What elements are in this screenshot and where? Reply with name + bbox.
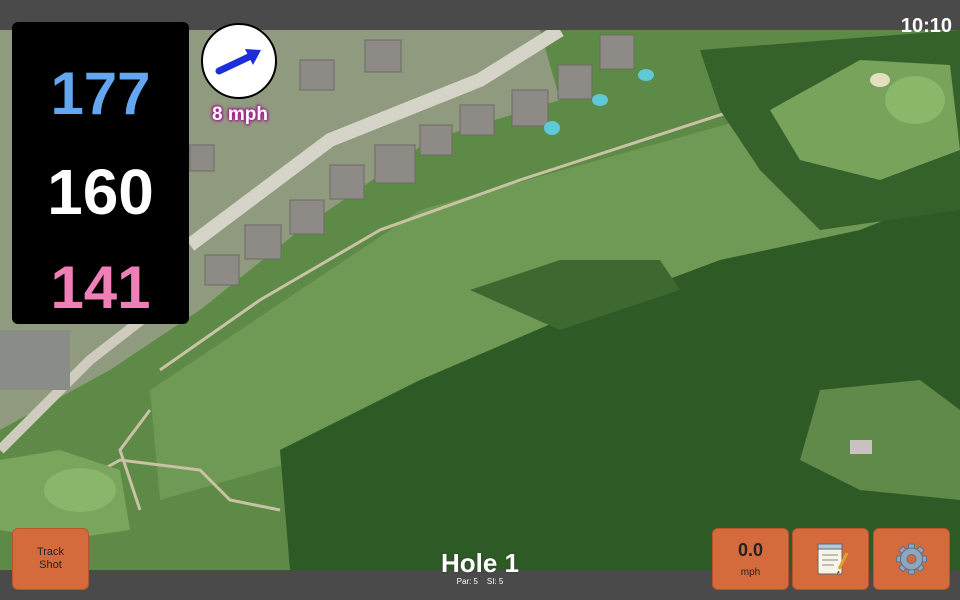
hole-title: Hole 1 bbox=[440, 548, 520, 578]
track-shot-label: Track Shot bbox=[13, 546, 88, 572]
track-shot-button[interactable]: Track Shot bbox=[12, 528, 89, 590]
speed-button[interactable]: 0.0 mph bbox=[712, 528, 789, 590]
wind-speed-label: 8 mph bbox=[212, 104, 268, 125]
speed-unit: mph bbox=[740, 567, 761, 578]
middle-distance: 160 bbox=[47, 156, 154, 228]
front-distance: 141 bbox=[50, 254, 151, 321]
wind-direction-dial bbox=[201, 23, 277, 99]
gear-icon bbox=[896, 543, 927, 575]
hole-meta: Par: 5 SI: 5 bbox=[380, 577, 580, 586]
si-label: SI: 5 bbox=[486, 577, 504, 586]
notepad-icon bbox=[817, 543, 849, 575]
wind-arrow-icon bbox=[215, 49, 261, 75]
settings-button[interactable] bbox=[873, 528, 950, 590]
par-label: Par: 5 bbox=[456, 577, 478, 586]
clock: 10:10 bbox=[900, 15, 952, 37]
scorecard-notes-button[interactable] bbox=[792, 528, 869, 590]
track-shot-label-line2: Shot bbox=[39, 559, 62, 571]
track-shot-label-line1: Track bbox=[36, 546, 65, 558]
back-distance: 177 bbox=[50, 60, 151, 127]
distance-panel: 177 160 141 bbox=[12, 22, 189, 324]
speed-value: 0.0 bbox=[737, 540, 764, 560]
